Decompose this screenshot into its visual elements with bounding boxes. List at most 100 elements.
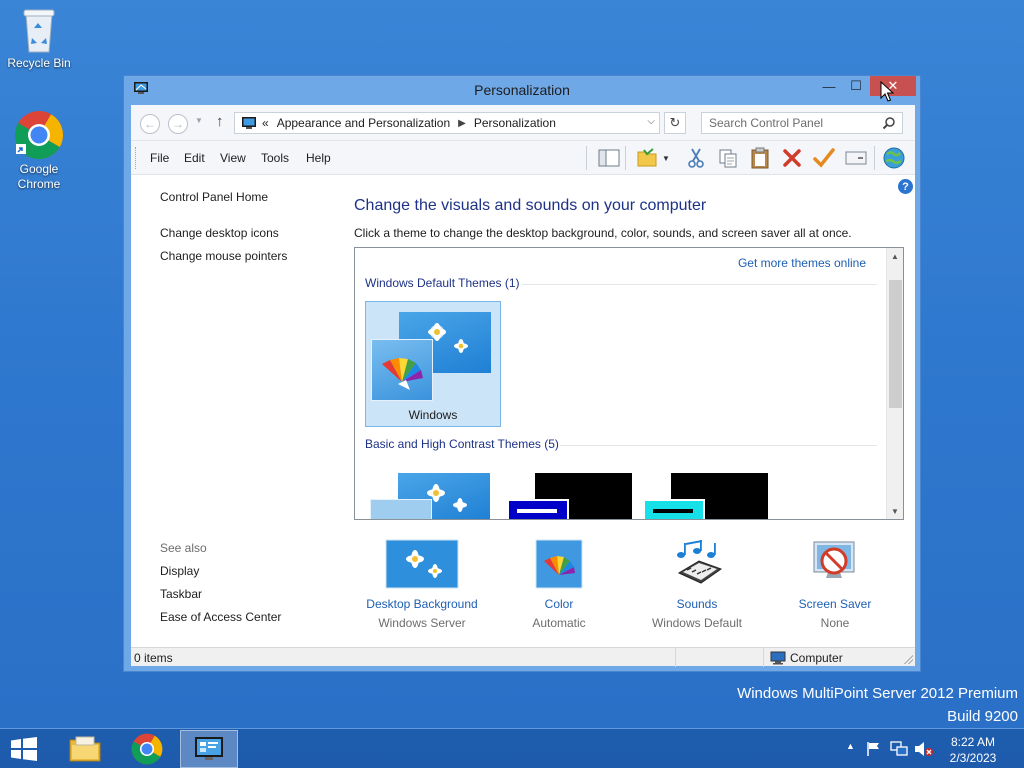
- up-button[interactable]: ↑: [216, 113, 224, 130]
- status-divider: [675, 648, 676, 667]
- computer-icon: [770, 651, 786, 665]
- file-explorer-icon: [69, 736, 101, 762]
- os-watermark-line2: Build 9200: [947, 708, 1018, 725]
- taskbar-chrome[interactable]: [118, 730, 176, 768]
- show-hidden-icons-icon[interactable]: ▲: [846, 741, 855, 751]
- see-also-ease-of-access[interactable]: Ease of Access Center: [160, 610, 281, 624]
- scroll-up-icon[interactable]: ▲: [887, 248, 903, 264]
- delete-icon[interactable]: [780, 147, 804, 169]
- menu-view[interactable]: View: [220, 151, 246, 165]
- screen-saver-item[interactable]: Screen Saver None: [765, 539, 905, 630]
- network-icon[interactable]: [890, 741, 908, 757]
- group-divider: [560, 445, 877, 446]
- taskbar-control-panel[interactable]: [180, 730, 238, 768]
- desktop-icon-label: Google Chrome: [17, 162, 61, 191]
- minimize-button[interactable]: —: [816, 76, 842, 96]
- action-center-flag-icon[interactable]: [866, 741, 882, 757]
- tray-clock[interactable]: 8:22 AM 2/3/2023: [945, 734, 1001, 766]
- theme-list: Get more themes online Windows Default T…: [354, 247, 904, 520]
- maximize-button[interactable]: ☐: [842, 76, 870, 96]
- breadcrumb-appearance[interactable]: Appearance and Personalization: [277, 116, 450, 130]
- menu-bar: File Edit View Tools Help ▼: [131, 141, 915, 175]
- volume-muted-icon[interactable]: [914, 741, 934, 757]
- window-client: ← → ▼ ↑ « Appearance and Personalization…: [131, 105, 915, 667]
- resize-grip[interactable]: [903, 654, 913, 664]
- color-item[interactable]: Color Automatic: [489, 539, 629, 630]
- scroll-thumb[interactable]: [889, 280, 902, 408]
- desktop-background-item[interactable]: Desktop Background Windows Server: [352, 539, 492, 630]
- see-also-heading: See also: [160, 541, 207, 555]
- theme-tile-high-contrast-1[interactable]: [507, 473, 632, 519]
- os-watermark-line1: Windows MultiPoint Server 2012 Premium: [737, 685, 1018, 702]
- menu-tools[interactable]: Tools: [261, 151, 289, 165]
- refresh-icon: ↻: [669, 115, 681, 130]
- breadcrumb-overflow[interactable]: «: [262, 116, 269, 130]
- search-icon[interactable]: [882, 116, 896, 130]
- status-location-label: Computer: [790, 651, 843, 665]
- chevron-down-icon[interactable]: ⌵: [647, 116, 655, 127]
- search-input[interactable]: [702, 113, 872, 133]
- clock-date: 2/3/2023: [949, 751, 997, 765]
- toolbar-grip[interactable]: [135, 147, 137, 169]
- back-button[interactable]: ←: [140, 114, 160, 134]
- start-button[interactable]: [10, 737, 38, 761]
- status-divider: [763, 648, 764, 667]
- sounds-label[interactable]: Sounds: [627, 597, 767, 611]
- desktop-icon-recycle-bin[interactable]: Recycle Bin: [1, 6, 77, 71]
- desktop-icon-label: Recycle Bin: [7, 56, 71, 70]
- sidebar-change-mouse-pointers[interactable]: Change mouse pointers: [160, 249, 287, 263]
- screen-saver-label[interactable]: Screen Saver: [765, 597, 905, 611]
- menu-edit[interactable]: Edit: [184, 151, 205, 165]
- menu-help[interactable]: Help: [306, 151, 331, 165]
- chevron-down-icon[interactable]: ▼: [659, 147, 673, 169]
- clock-time: 8:22 AM: [950, 735, 996, 749]
- theme-tile-windows[interactable]: Windows: [365, 301, 501, 427]
- see-also-taskbar[interactable]: Taskbar: [160, 587, 202, 601]
- chevron-right-icon[interactable]: ▶: [458, 118, 466, 129]
- arrow-up-icon: ↑: [216, 113, 224, 130]
- desktop-background-value: Windows Server: [378, 616, 466, 630]
- refresh-button[interactable]: ↻: [664, 112, 686, 134]
- sidebar-change-desktop-icons[interactable]: Change desktop icons: [160, 226, 279, 240]
- scroll-down-icon[interactable]: ▼: [887, 503, 903, 519]
- group-header-basic-high-contrast: Basic and High Contrast Themes (5): [365, 437, 559, 451]
- properties-icon[interactable]: [844, 147, 868, 169]
- theme-tile-high-contrast-2[interactable]: [643, 473, 768, 519]
- color-label[interactable]: Color: [489, 597, 629, 611]
- address-box[interactable]: « Appearance and Personalization ▶ Perso…: [234, 112, 660, 134]
- see-also-display[interactable]: Display: [160, 564, 199, 578]
- layout-icon[interactable]: [597, 147, 621, 169]
- breadcrumb-personalization[interactable]: Personalization: [474, 116, 556, 130]
- title-bar[interactable]: Personalization — ☐ ✕: [124, 76, 920, 105]
- theme-tile-label: Windows: [408, 408, 458, 422]
- desktop-background-label[interactable]: Desktop Background: [352, 597, 492, 611]
- theme-color-thumb: [371, 339, 433, 401]
- theme-list-scrollbar[interactable]: ▲ ▼: [886, 248, 903, 519]
- recycle-bin-icon: [23, 9, 55, 53]
- group-header-default: Windows Default Themes (1): [365, 276, 520, 290]
- folder-options-icon[interactable]: [635, 147, 659, 169]
- page-description: Click a theme to change the desktop back…: [354, 226, 852, 240]
- help-icon[interactable]: ?: [898, 179, 913, 194]
- globe-icon[interactable]: [882, 147, 906, 169]
- theme-tile-windows-basic[interactable]: [370, 473, 492, 519]
- chrome-icon: [14, 111, 64, 160]
- arrow-right-icon: →: [172, 117, 184, 131]
- window-title: Personalization: [474, 82, 570, 98]
- sounds-icon: [677, 540, 723, 584]
- sidebar-control-panel-home[interactable]: Control Panel Home: [160, 190, 268, 204]
- get-more-themes-link[interactable]: Get more themes online: [738, 256, 866, 270]
- taskbar-file-explorer[interactable]: [56, 730, 114, 768]
- menu-file[interactable]: File: [150, 151, 169, 165]
- check-icon[interactable]: [812, 147, 836, 169]
- desktop-icon-chrome[interactable]: Google Chrome: [1, 110, 77, 192]
- search-box[interactable]: [701, 112, 903, 134]
- recent-locations-dropdown[interactable]: ▼: [195, 116, 203, 125]
- sounds-item[interactable]: Sounds Windows Default: [627, 539, 767, 630]
- paste-icon[interactable]: [748, 147, 772, 169]
- cut-icon[interactable]: [684, 147, 708, 169]
- forward-button[interactable]: →: [168, 114, 188, 134]
- copy-icon[interactable]: [716, 147, 740, 169]
- group-divider: [522, 284, 877, 285]
- screen-saver-icon: [813, 541, 855, 578]
